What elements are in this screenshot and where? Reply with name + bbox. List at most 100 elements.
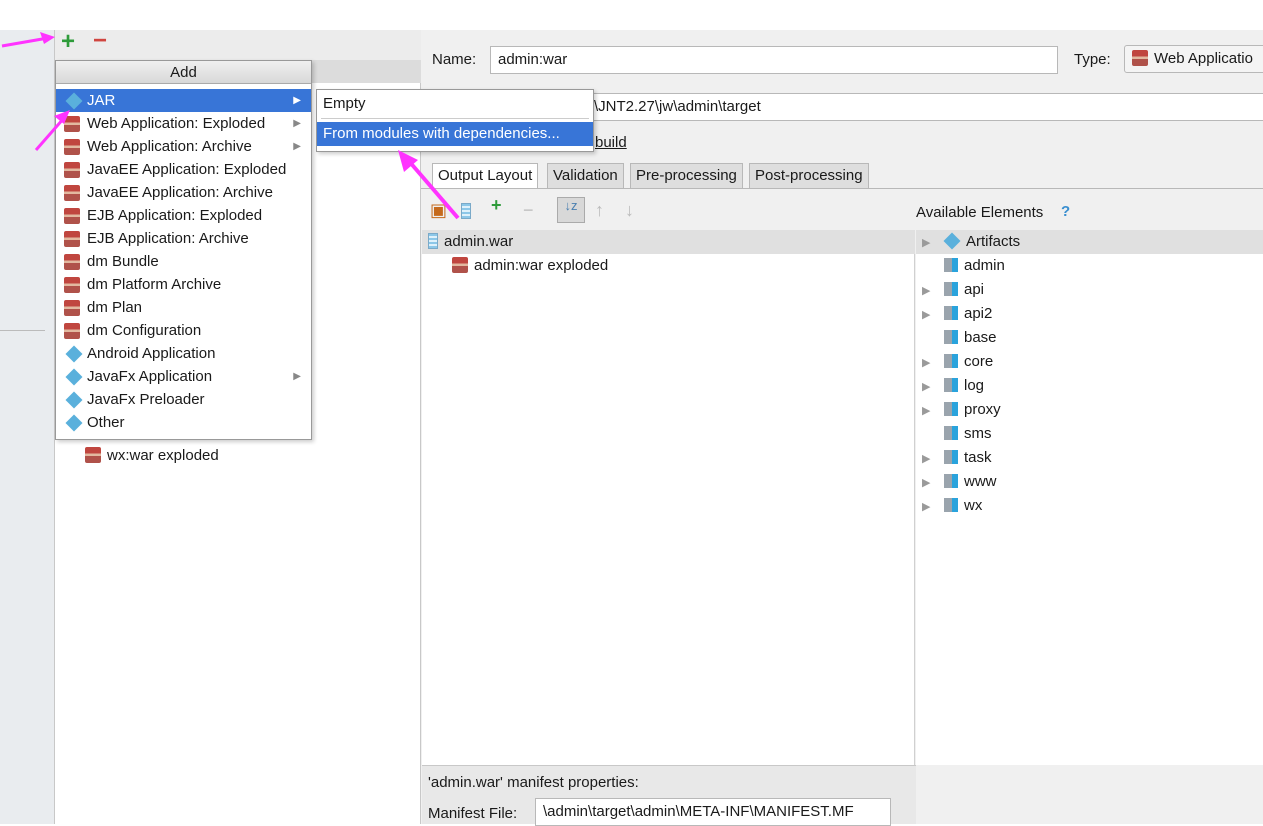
tab-post-processing[interactable]: Post-processing [749,163,869,189]
tab-output-layout[interactable]: Output Layout [432,163,539,189]
move-up-icon[interactable]: ↑ [595,200,604,221]
available-item[interactable]: base [922,326,997,350]
artifact-label: wx:war exploded [107,447,219,464]
ejb-icon [64,208,80,224]
submenu-arrow-icon: ▶ [293,141,301,152]
module-folder-icon [944,474,958,488]
move-down-icon[interactable]: ↓ [625,200,634,221]
menu-item-dm-platform-archive[interactable]: dm Platform Archive [56,273,311,296]
available-item[interactable]: ▶ wx [922,494,982,518]
menu-item-label: Android Application [87,345,216,362]
menu-item-dm-configuration[interactable]: dm Configuration [56,319,311,342]
menu-item-android-application[interactable]: Android Application [56,342,311,365]
menu-item-label: Web Application: Exploded [87,115,266,132]
expand-icon[interactable]: ▶ [922,279,944,303]
javafx-icon [65,391,83,409]
submenu-item-from-modules[interactable]: From modules with dependencies... [317,122,593,146]
name-input[interactable]: admin:war [490,46,1058,74]
war-jar-icon[interactable] [461,200,477,221]
submenu-arrow-icon: ▶ [293,118,301,129]
menu-item-dm-bundle[interactable]: dm Bundle [56,250,311,273]
tree-row[interactable]: admin.war [422,230,915,254]
item-label: core [964,353,994,370]
artifact-item[interactable]: wx:war exploded [85,444,219,468]
menu-item-label: JavaFx Application [87,368,213,385]
web-app-icon [85,447,101,463]
artifacts-icon [943,232,961,250]
add-element-icon[interactable]: + [491,195,502,216]
item-label: Artifacts [966,233,1021,250]
dm-plan-icon [64,300,80,316]
tab-validation[interactable]: Validation [547,163,624,189]
jar-icon [65,92,83,110]
available-elements-tree: ▶ Artifacts admin ▶ api ▶ api2 base ▶ core ▶ log ▶ p… [916,230,1263,765]
module-folder-icon [944,426,958,440]
javafx-icon [65,368,83,386]
manifest-file-label: Manifest File: [428,805,518,822]
available-item[interactable]: sms [922,422,992,446]
available-item[interactable]: ▶ proxy [922,398,1001,422]
tab-divider [421,188,1263,189]
menu-item-other[interactable]: Other [56,411,311,434]
sort-icon[interactable]: ↓z [557,197,585,223]
available-item[interactable]: ▶ api2 [922,302,992,326]
menu-item-dm-plan[interactable]: dm Plan [56,296,311,319]
available-item[interactable]: ▶ Artifacts [916,230,1263,254]
menu-item-label: dm Bundle [87,253,159,270]
item-label: base [964,329,997,346]
expand-icon[interactable]: ▶ [922,471,944,495]
type-value: Web Applicatio [1154,50,1253,67]
menu-item-label: JavaFx Preloader [87,391,205,408]
menu-item-javaee-application-archive[interactable]: JavaEE Application: Archive [56,181,311,204]
remove-element-icon[interactable]: − [523,200,534,221]
output-directory-input[interactable]: \JNT2.27\jw\admin\target [589,93,1263,121]
create-directory-icon[interactable]: ▣ [430,200,447,221]
artifacts-toolbar: + − [55,27,421,60]
minus-icon[interactable]: − [93,27,107,55]
ejb-icon [64,231,80,247]
expand-icon[interactable]: ▶ [922,231,944,255]
expand-icon[interactable]: ▶ [922,495,944,519]
menu-item-ejb-application-archive[interactable]: EJB Application: Archive [56,227,311,250]
menu-item-web-application-archive[interactable]: Web Application: Archive ▶ [56,135,311,158]
javaee-icon [64,185,80,201]
tab-pre-processing[interactable]: Pre-processing [630,163,743,189]
menu-item-javafx-application[interactable]: JavaFx Application ▶ [56,365,311,388]
add-menu: Add JAR ▶ Web Application: Exploded ▶ Web Ap… [55,60,312,440]
menu-item-jar[interactable]: JAR ▶ [56,89,311,112]
manifest-file-input[interactable]: \admin\target\admin\META-INF\MANIFEST.MF [535,798,891,826]
available-item[interactable]: ▶ task [922,446,992,470]
menu-item-javafx-preloader[interactable]: JavaFx Preloader [56,388,311,411]
build-checkbox-label[interactable]: build [595,134,627,151]
web-app-icon [452,257,468,273]
expand-icon[interactable]: ▶ [922,351,944,375]
menu-item-ejb-application-exploded[interactable]: EJB Application: Exploded [56,204,311,227]
help-icon[interactable]: ? [1061,203,1070,220]
menu-item-label: JavaEE Application: Archive [87,184,273,201]
menu-item-javaee-application-exploded[interactable]: JavaEE Application: Exploded [56,158,311,181]
available-item[interactable]: ▶ log [922,374,984,398]
menu-item-label: EJB Application: Exploded [87,207,263,224]
dm-bundle-icon [64,254,80,270]
javaee-icon [64,162,80,178]
expand-icon[interactable]: ▶ [922,447,944,471]
expand-icon[interactable]: ▶ [922,375,944,399]
tree-row[interactable]: admin:war exploded [452,254,608,278]
menu-item-web-application-exploded[interactable]: Web Application: Exploded ▶ [56,112,311,135]
available-item[interactable]: ▶ www [922,470,997,494]
available-item[interactable]: ▶ core [922,350,993,374]
plus-icon[interactable]: + [61,28,75,56]
menu-item-label: EJB Application: Archive [87,230,249,247]
name-label: Name: [432,51,477,68]
manifest-section: 'admin.war' manifest properties: Manifes… [422,765,916,826]
available-elements-title: Available Elements [916,204,1044,221]
expand-icon[interactable]: ▶ [922,399,944,423]
module-folder-icon [944,282,958,296]
available-item[interactable]: admin [922,254,1005,278]
available-item[interactable]: ▶ api [922,278,984,302]
type-select[interactable]: Web Applicatio [1124,45,1263,73]
submenu-item-empty[interactable]: Empty [317,90,593,118]
separator [321,118,589,119]
expand-icon[interactable]: ▶ [922,303,944,327]
other-icon [65,414,83,432]
